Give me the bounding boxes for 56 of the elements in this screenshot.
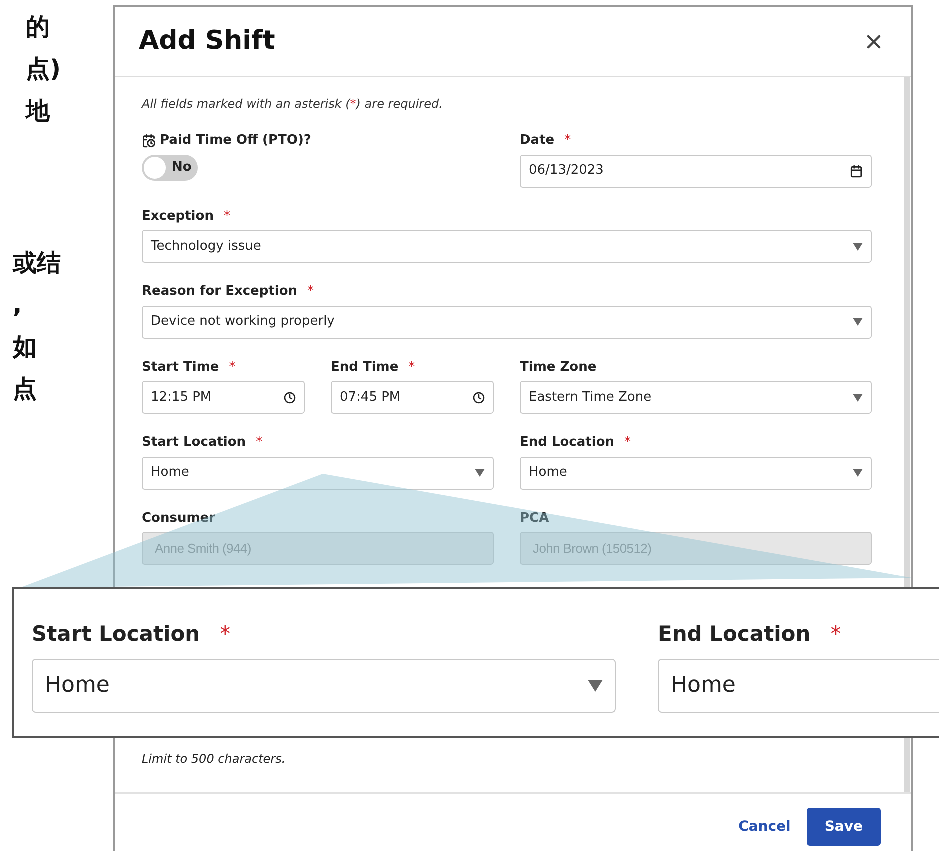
description-text: 地 [26,96,50,127]
field-label: End Location [520,434,615,452]
description-text: 点 [13,374,37,405]
caret-icon [588,680,603,692]
description-text: 如 [13,332,37,363]
date-field[interactable]: 06/13/2023 [520,154,872,188]
select-field[interactable]: Home [142,456,494,490]
field-label: Date [520,132,555,150]
calendar-icon [850,164,863,178]
required-mark: * [224,208,230,226]
required-mark: * [830,621,842,648]
field-label: Start Location [142,434,246,452]
description-text: , [13,290,22,321]
field-label: Exception [142,208,214,226]
time-field[interactable]: 07:45 PM [331,381,494,414]
dialog-title: Add Shift [139,25,276,58]
required-mark: * [220,621,231,648]
limit-hint: Limit to 500 characters. [142,751,287,768]
required-mark: * [408,358,416,376]
toggle-knob [144,156,166,178]
field-label: Start Location [32,621,200,648]
caret-icon [853,318,863,326]
field-label: End Location [658,621,811,648]
required-mark: * [229,358,236,376]
field-label: End Time [331,358,399,376]
field-label: PCA [520,510,550,528]
pto-toggle[interactable]: No [142,154,198,180]
clock-icon [473,392,485,404]
select-field[interactable]: Technology issue [142,230,872,263]
select-field[interactable]: Device not working properly [142,306,872,338]
description-text: 的 [26,12,50,43]
select-field[interactable]: Home [520,456,872,490]
select-field[interactable]: Home [658,658,939,712]
time-field[interactable]: 12:15 PM [142,381,305,414]
field-label: Consumer [142,510,216,528]
save-button[interactable]: Save [806,808,881,846]
caret-icon [853,469,863,477]
required-note: All fields marked with an asterisk (*) are required. [142,96,444,113]
required-mark: * [564,132,572,150]
select-field[interactable]: Eastern Time Zone [520,381,872,414]
caret-icon [853,242,863,250]
field-label: Start Time [142,358,220,376]
required-mark: * [308,283,314,301]
select-field[interactable]: Home [32,658,616,712]
description-text: 或结 [13,248,61,279]
field-label: Reason for Exception [142,283,298,301]
required-mark: * [256,434,263,452]
clock-icon [284,392,296,404]
required-mark: * [624,434,632,452]
caret-icon [475,469,485,477]
cancel-link[interactable]: Cancel [736,808,793,846]
calendar-clock-icon [142,134,156,148]
caret-icon [853,394,863,402]
field-label: Paid Time Off (PTO)? [160,132,312,150]
field-label: Time Zone [520,358,597,376]
description-text: 点) [26,54,61,85]
